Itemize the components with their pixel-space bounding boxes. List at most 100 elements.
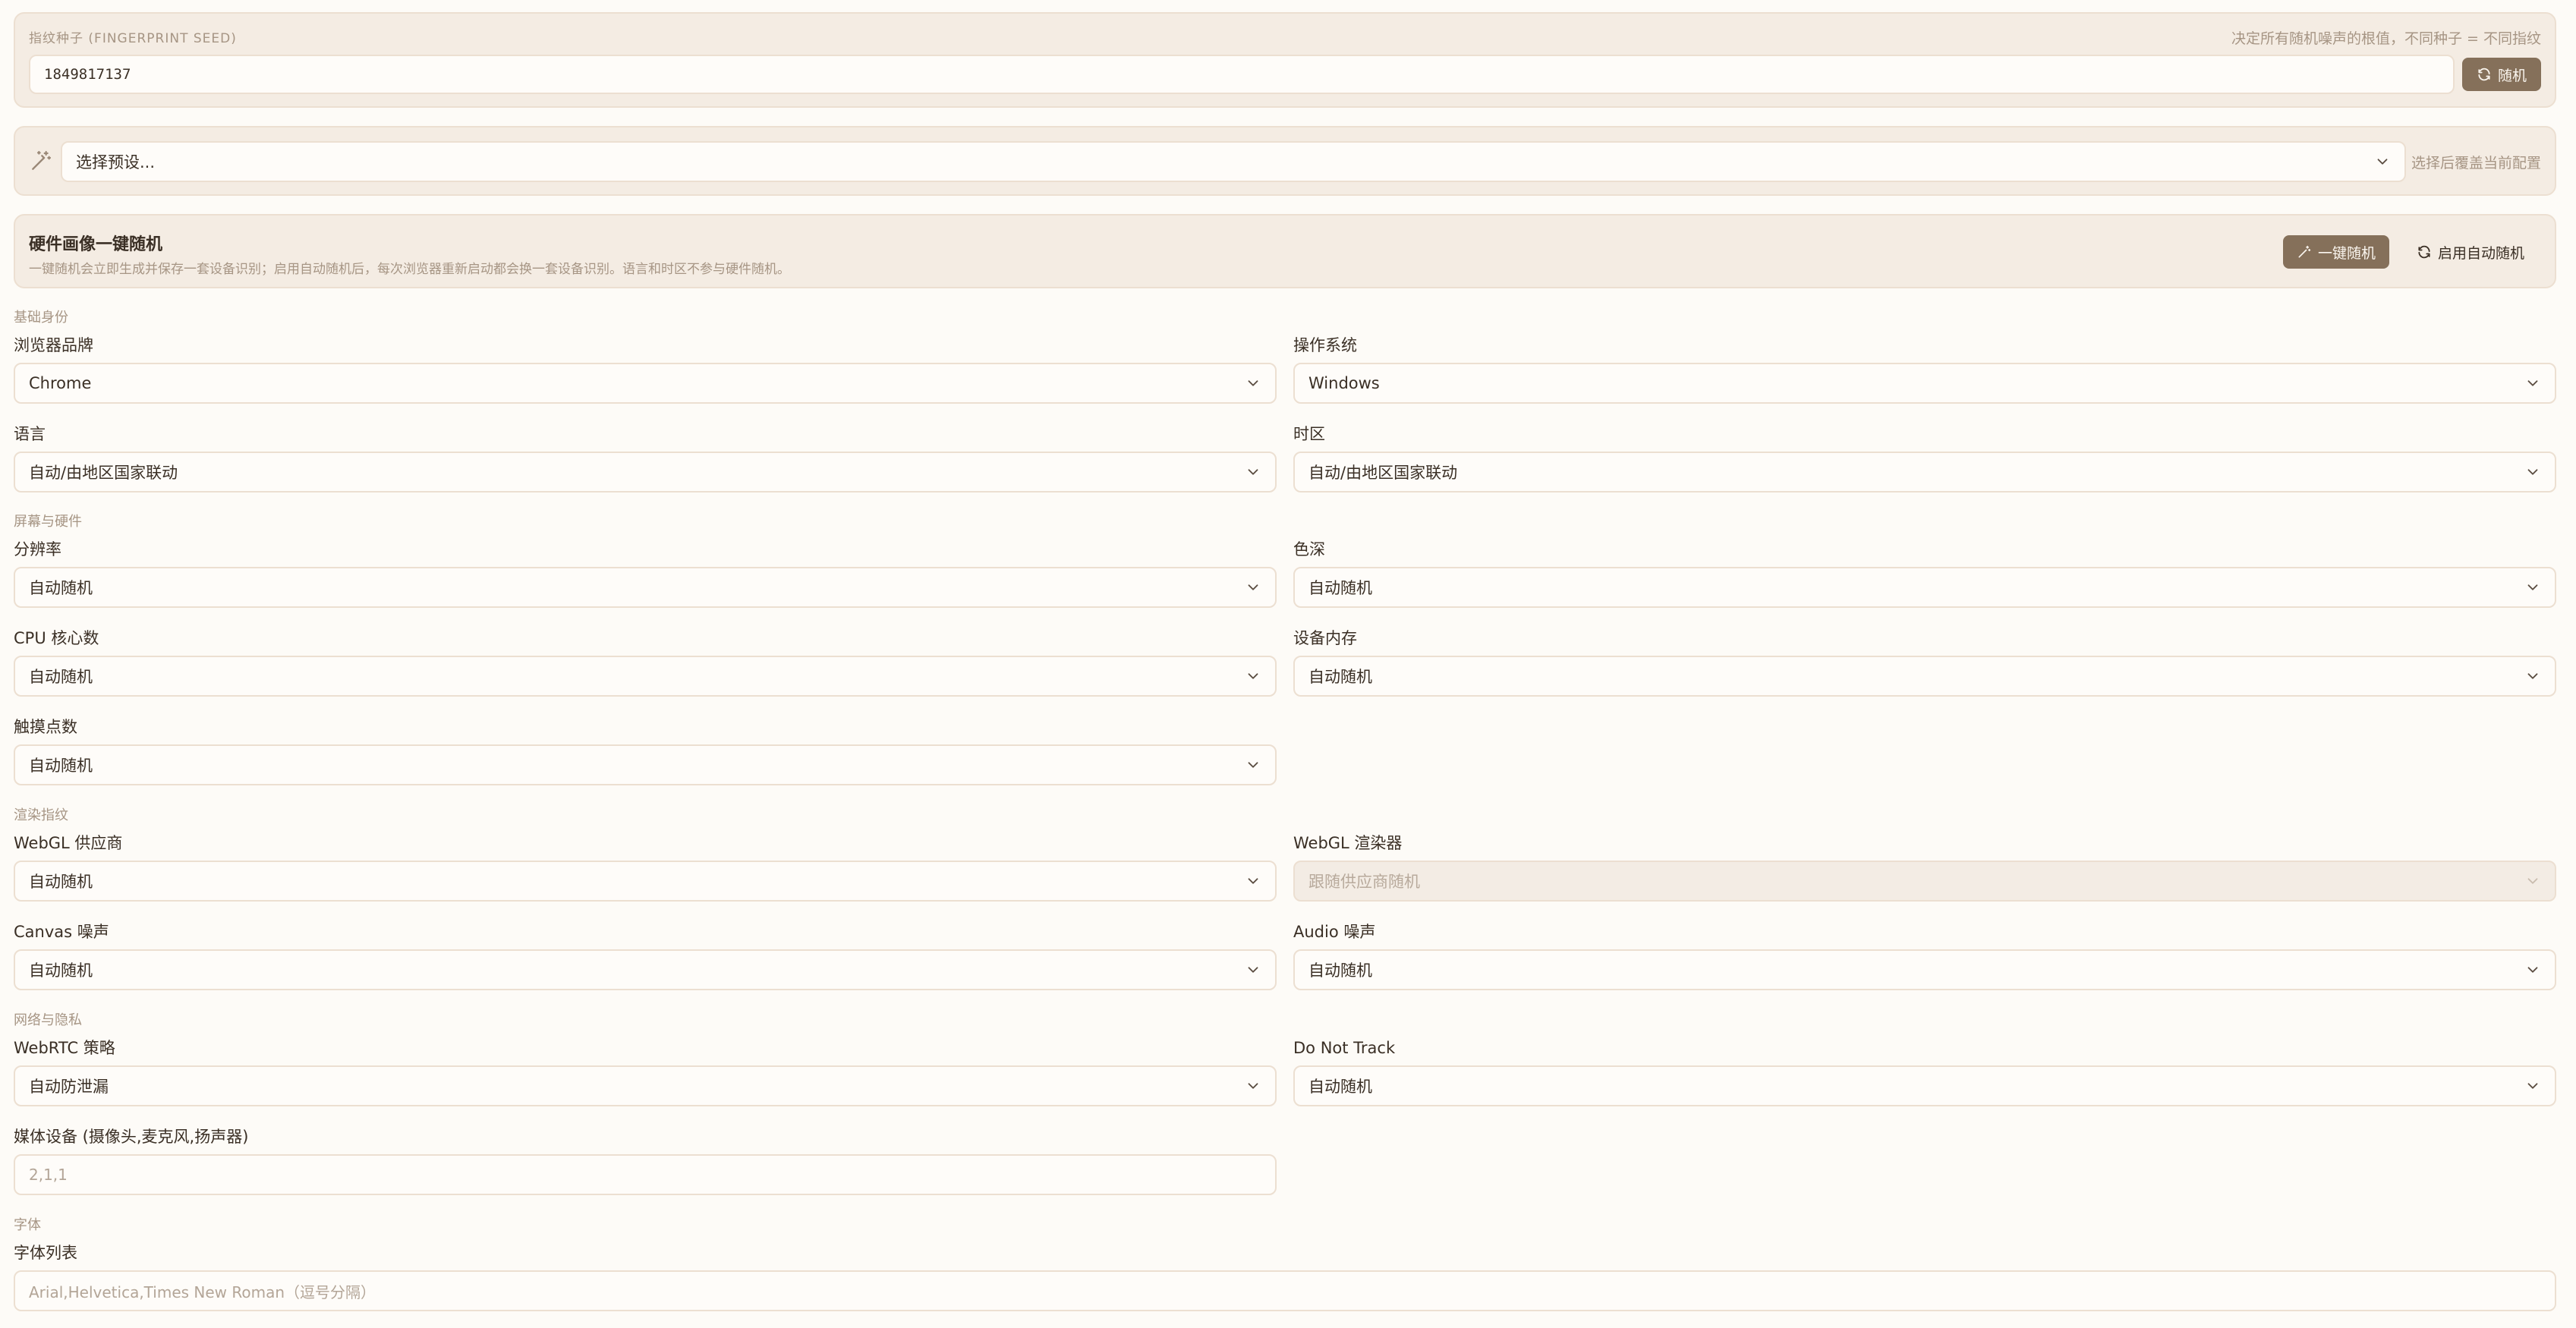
select-value: 自动随机 [1308, 579, 1372, 597]
section-screen-title: 屏幕与硬件 [14, 514, 82, 530]
field-label: Audio 噪声 [1293, 923, 1376, 941]
resolution-select[interactable]: 自动随机 [14, 567, 1277, 608]
do-not-track-select[interactable]: 自动随机 [1293, 1065, 2556, 1106]
field-webrtc: WebRTC 策略 自动防泄漏 [14, 1037, 1277, 1106]
field-resolution: 分辨率 自动随机 [14, 538, 1277, 608]
select-value: 自动随机 [1308, 668, 1372, 686]
chevron-down-icon [1248, 762, 1258, 768]
select-value: 自动随机 [29, 757, 93, 775]
chevron-down-icon [1248, 967, 1258, 973]
chevron-down-icon [2527, 469, 2538, 475]
hardware-description: 一键随机会立即生成并保存一套设备识别；启用自动随机后，每次浏览器重新启动都会换一… [29, 262, 790, 277]
field-label: Canvas 噪声 [14, 923, 109, 941]
seed-label: 指纹种子 (FINGERPRINT SEED) [29, 31, 237, 46]
field-label: WebGL 渲染器 [1293, 834, 1403, 852]
field-label: 触摸点数 [14, 718, 77, 736]
select-value: 自动防泄漏 [29, 1078, 109, 1096]
field-dnt: Do Not Track 自动随机 [1293, 1037, 2556, 1106]
one-click-random-button[interactable]: 一键随机 [2283, 235, 2389, 269]
field-touch: 触摸点数 自动随机 [14, 716, 1277, 785]
webrtc-select[interactable]: 自动防泄漏 [14, 1065, 1277, 1106]
hardware-title: 硬件画像一键随机 [29, 235, 163, 254]
field-label: 分辨率 [14, 540, 61, 559]
field-label: WebRTC 策略 [14, 1039, 115, 1057]
enable-auto-random-button[interactable]: 启用自动随机 [2400, 235, 2541, 269]
refresh-icon [2478, 68, 2490, 81]
field-browser: 浏览器品牌 Chrome [14, 334, 1277, 404]
section-fonts-title: 字体 [14, 1217, 41, 1233]
timezone-select[interactable]: 自动/由地区国家联动 [1293, 452, 2556, 492]
field-canvas: Canvas 噪声 自动随机 [14, 920, 1277, 990]
field-audio: Audio 噪声 自动随机 [1293, 920, 2556, 990]
field-label: 设备内存 [1293, 629, 1357, 647]
chevron-down-icon [2527, 380, 2538, 386]
chevron-down-icon [2527, 1083, 2538, 1089]
webgl-renderer-select: 跟随供应商随机 [1293, 861, 2556, 902]
chevron-down-icon [2377, 159, 2388, 165]
select-value: 自动/由地区国家联动 [29, 464, 178, 482]
chevron-down-icon [1248, 469, 1258, 475]
field-label: 浏览器品牌 [14, 336, 93, 354]
seed-hint: 决定所有随机噪声的根值，不同种子 = 不同指纹 [2231, 30, 2541, 47]
enable-auto-random-label: 启用自动随机 [2437, 244, 2524, 262]
section-basic-title: 基础身份 [14, 310, 68, 326]
chevron-down-icon [1248, 380, 1258, 386]
field-color-depth: 色深 自动随机 [1293, 538, 2556, 608]
select-value: Chrome [29, 374, 92, 392]
preset-panel: 选择预设... 选择后覆盖当前配置 [14, 126, 2556, 196]
touch-select[interactable]: 自动随机 [14, 744, 1277, 785]
field-label: 操作系统 [1293, 336, 1357, 354]
field-memory: 设备内存 自动随机 [1293, 627, 2556, 697]
field-os: 操作系统 Windows [1293, 334, 2556, 404]
seed-random-button[interactable]: 随机 [2462, 58, 2541, 91]
field-media-devices: 媒体设备 (摄像头,麦克风,扬声器) 2,1,1 [14, 1125, 1277, 1195]
select-value: 自动随机 [29, 961, 93, 980]
select-value: 自动随机 [1308, 961, 1372, 980]
preset-placeholder: 选择预设... [76, 153, 156, 172]
memory-select[interactable]: 自动随机 [1293, 656, 2556, 697]
webgl-vendor-select[interactable]: 自动随机 [14, 861, 1277, 902]
os-select[interactable]: Windows [1293, 363, 2556, 404]
fingerprint-settings-page: 指纹种子 (FINGERPRINT SEED) 决定所有随机噪声的根值，不同种子… [0, 0, 2576, 1328]
font-list-input[interactable]: Arial,Helvetica,Times New Roman（逗号分隔） [14, 1270, 2556, 1311]
field-label: 媒体设备 (摄像头,麦克风,扬声器) [14, 1128, 249, 1146]
seed-input[interactable]: 1849817137 [29, 55, 2455, 94]
field-language: 语言 自动/由地区国家联动 [14, 423, 1277, 492]
chevron-down-icon [2527, 584, 2538, 590]
field-webgl-vendor: WebGL 供应商 自动随机 [14, 832, 1277, 902]
chevron-down-icon [2527, 967, 2538, 973]
field-label: 语言 [14, 425, 46, 443]
section-network-title: 网络与隐私 [14, 1012, 82, 1028]
browser-select[interactable]: Chrome [14, 363, 1277, 404]
chevron-down-icon [1248, 673, 1258, 679]
select-value: 自动随机 [29, 668, 93, 686]
field-font-list: 字体列表 Arial,Helvetica,Times New Roman（逗号分… [14, 1241, 2556, 1311]
chevron-down-icon [2527, 673, 2538, 679]
language-select[interactable]: 自动/由地区国家联动 [14, 452, 1277, 492]
field-label: WebGL 供应商 [14, 834, 123, 852]
select-value: 自动随机 [29, 579, 93, 597]
field-timezone: 时区 自动/由地区国家联动 [1293, 423, 2556, 492]
canvas-noise-select[interactable]: 自动随机 [14, 949, 1277, 990]
media-devices-input[interactable]: 2,1,1 [14, 1154, 1277, 1195]
field-label: 时区 [1293, 425, 1325, 443]
field-cpu: CPU 核心数 自动随机 [14, 627, 1277, 697]
color-depth-select[interactable]: 自动随机 [1293, 567, 2556, 608]
field-label: 色深 [1293, 540, 1325, 559]
seed-panel: 指纹种子 (FINGERPRINT SEED) 决定所有随机噪声的根值，不同种子… [14, 12, 2556, 108]
chevron-down-icon [1248, 1083, 1258, 1089]
preset-hint: 选择后覆盖当前配置 [2411, 155, 2541, 172]
field-label: 字体列表 [14, 1244, 77, 1262]
audio-noise-select[interactable]: 自动随机 [1293, 949, 2556, 990]
seed-random-label: 随机 [2497, 67, 2527, 84]
refresh-icon [2418, 245, 2430, 259]
field-webgl-renderer: WebGL 渲染器 跟随供应商随机 [1293, 832, 2556, 902]
preset-select[interactable]: 选择预设... [61, 141, 2406, 182]
one-click-random-label: 一键随机 [2317, 244, 2376, 262]
select-value: 自动随机 [29, 873, 93, 891]
chevron-down-icon [1248, 584, 1258, 590]
cpu-select[interactable]: 自动随机 [14, 656, 1277, 697]
field-label: CPU 核心数 [14, 629, 99, 647]
field-label: Do Not Track [1293, 1039, 1396, 1057]
select-value: Windows [1308, 374, 1380, 392]
